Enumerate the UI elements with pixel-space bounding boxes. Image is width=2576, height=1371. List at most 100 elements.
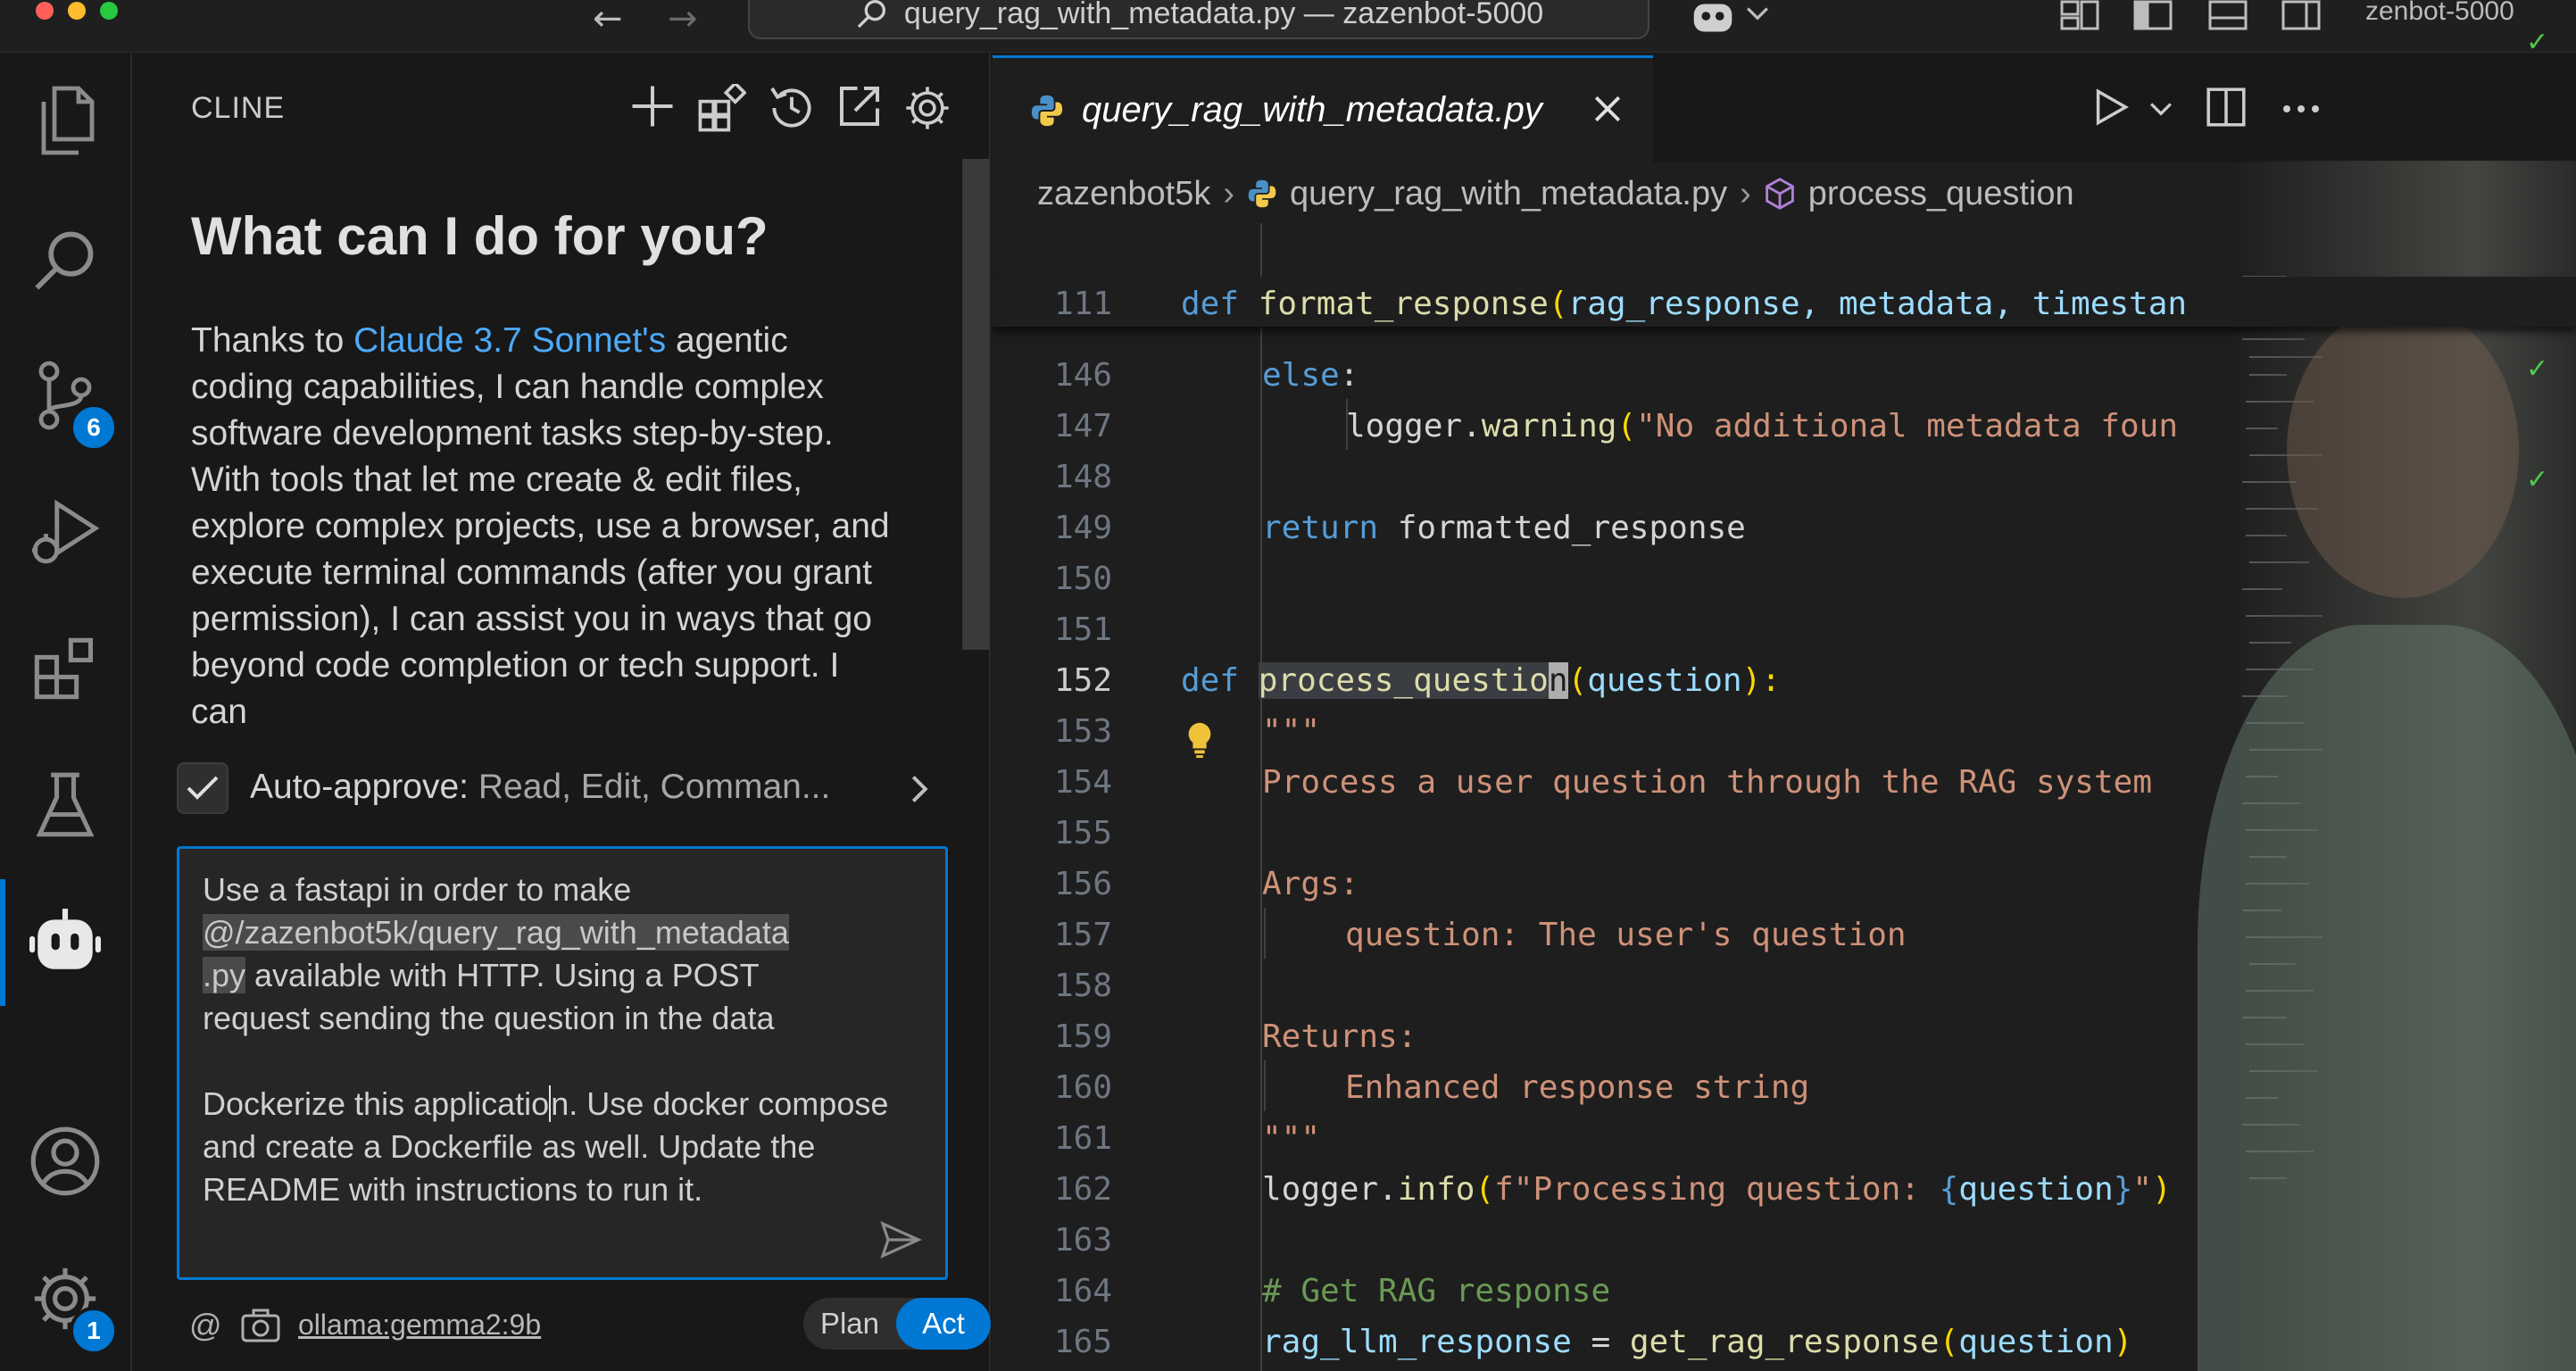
editor-tab[interactable]: query_rag_with_metadata.py [993, 55, 1653, 162]
input-line: @/zazenbot5k/query_rag_with_metadata .py … [203, 911, 922, 997]
status-check-icon: ✓ [2526, 28, 2549, 57]
camera-icon[interactable] [241, 1309, 280, 1342]
indent-guide [1346, 399, 1348, 450]
settings-icon[interactable] [903, 84, 951, 132]
search-icon [857, 0, 885, 29]
toggle-secondary-sidebar-icon[interactable] [2281, 0, 2321, 30]
status-check-icon: ✓ [2526, 354, 2549, 384]
act-mode-button[interactable]: Act [896, 1298, 991, 1350]
input-toolbar: @ ollama:gemma2:9b Plan Act [177, 1298, 991, 1360]
welcome-heading: What can I do for you? [191, 206, 769, 266]
auto-approve-row[interactable]: Auto-approve: Read, Edit, Comman... [177, 759, 953, 834]
cline-tab[interactable] [25, 902, 105, 982]
input-text: Dockerize this applicatio [203, 1085, 550, 1122]
cline-robot-icon [29, 909, 101, 969]
search-tab[interactable] [25, 220, 105, 300]
cline-panel: CLINE What can I do for you? Thanks to C… [134, 54, 991, 1371]
run-icon[interactable] [2094, 87, 2130, 127]
run-debug-tab[interactable] [25, 491, 105, 571]
input-line: Use a fastapi in order to make [203, 871, 632, 908]
explorer-tab[interactable] [25, 80, 105, 161]
auto-approve-title: Auto-approve: [250, 768, 469, 806]
activity-bar: 6 1 [0, 54, 132, 1371]
indent-guide [1264, 1060, 1266, 1111]
window-title-fragment: zenbot-5000 [2365, 0, 2514, 26]
welcome-description: Thanks to Claude 3.7 Sonnet's agentic co… [191, 318, 896, 778]
status-check-icon: ✓ [2526, 465, 2549, 494]
welcome-text-rest: agentic coding capabilities, I can handl… [191, 321, 890, 731]
auto-approve-checkbox[interactable] [177, 762, 229, 814]
model-selector[interactable]: ollama:gemma2:9b [298, 1309, 541, 1342]
editor-area: query_rag_with_metadata.py zazenbot5k › … [993, 54, 2576, 1371]
customize-layout-icon[interactable] [2060, 0, 2099, 30]
breadcrumb: zazenbot5k › query_rag_with_metadata.py … [1037, 164, 2074, 223]
run-debug-icon [32, 499, 100, 564]
webcam-overlay [2198, 161, 2576, 1371]
file-mention[interactable]: @/zazenbot5k/query_rag_with_metadata [203, 914, 789, 951]
plan-act-toggle[interactable]: Plan Act [803, 1298, 991, 1350]
accounts-tab[interactable] [25, 1121, 105, 1201]
breadcrumb-symbol[interactable]: process_question [1808, 175, 2074, 213]
file-mention-ext[interactable]: .py [203, 957, 246, 993]
forward-arrow-icon[interactable]: → [668, 0, 698, 39]
python-file-icon [1248, 179, 1276, 208]
tab-label: query_rag_with_metadata.py [1082, 90, 1542, 129]
command-center-text: query_rag_with_metadata.py — zazenbot-50… [903, 0, 1544, 30]
breadcrumb-separator-icon: › [1223, 174, 1235, 212]
more-actions-icon[interactable] [2281, 104, 2321, 114]
model-link[interactable]: Claude 3.7 Sonnet's [353, 321, 666, 360]
sticky-scroll-line[interactable]: 111 def format_response(rag_response, met… [993, 277, 2576, 327]
python-file-icon [1031, 95, 1063, 127]
source-control-tab[interactable]: 6 [25, 355, 118, 452]
welcome-text-start: Thanks to [191, 321, 354, 360]
input-line: request sending the question in the data [203, 1000, 775, 1036]
close-window-button[interactable] [36, 2, 54, 20]
auto-approve-items: Read, Edit, Comman... [478, 768, 831, 806]
overlay-figure [2287, 303, 2519, 598]
testing-tab[interactable] [25, 766, 105, 846]
account-icon [30, 1126, 100, 1196]
copilot-icon[interactable] [1687, 0, 1739, 36]
breadcrumb-folder[interactable]: zazenbot5k [1037, 175, 1210, 213]
new-task-icon[interactable] [630, 84, 675, 129]
back-arrow-icon[interactable]: ← [593, 0, 623, 39]
settings-badge: 1 [70, 1307, 118, 1355]
mcp-servers-icon[interactable] [698, 84, 746, 132]
panel-title: CLINE [191, 91, 286, 125]
split-editor-icon[interactable] [2206, 87, 2246, 127]
title-bar: ← → query_rag_with_metadata.py — zazenbo… [0, 0, 2576, 53]
chevron-down-icon[interactable] [2149, 102, 2173, 118]
search-icon [35, 231, 94, 290]
testing-icon [37, 772, 94, 837]
plan-mode-button[interactable]: Plan [803, 1298, 896, 1350]
task-input[interactable]: Use a fastapi in order to make @/zazenbo… [177, 846, 948, 1280]
chevron-down-icon[interactable] [1746, 5, 1769, 23]
auto-approve-label: Auto-approve: Read, Edit, Comman... [250, 768, 830, 807]
command-center-search[interactable]: query_rag_with_metadata.py — zazenbot-50… [748, 0, 1649, 39]
open-in-editor-icon[interactable] [837, 84, 882, 129]
breadcrumb-file[interactable]: query_rag_with_metadata.py [1290, 175, 1727, 213]
active-tab-indicator [0, 879, 5, 1006]
maximize-window-button[interactable] [100, 2, 118, 20]
toggle-primary-sidebar-icon[interactable] [2133, 0, 2173, 30]
source-control-badge: 6 [70, 403, 118, 452]
overlay-figure [2198, 625, 2576, 1371]
add-context-icon[interactable]: @ [189, 1307, 222, 1344]
history-icon[interactable] [768, 84, 816, 132]
send-icon[interactable] [879, 1220, 922, 1259]
close-icon[interactable] [1592, 94, 1623, 124]
input-paragraph: Dockerize this application. Use docker c… [203, 1083, 922, 1211]
indent-guide [1264, 908, 1266, 959]
editor-tab-bar: query_rag_with_metadata.py [993, 54, 2576, 162]
extensions-icon [34, 637, 94, 700]
lightbulb-icon[interactable] [1185, 721, 1214, 759]
method-symbol-icon [1765, 178, 1794, 210]
input-line-text: available with HTTP. Using a POST [245, 957, 760, 993]
chevron-right-icon[interactable] [909, 773, 930, 805]
minimize-window-button[interactable] [68, 2, 86, 20]
extensions-tab[interactable] [25, 628, 105, 709]
panel-scrollbar[interactable] [962, 159, 989, 650]
manage-tab[interactable]: 1 [25, 1259, 118, 1355]
checkmark-icon [187, 776, 219, 800]
toggle-panel-icon[interactable] [2208, 0, 2248, 30]
